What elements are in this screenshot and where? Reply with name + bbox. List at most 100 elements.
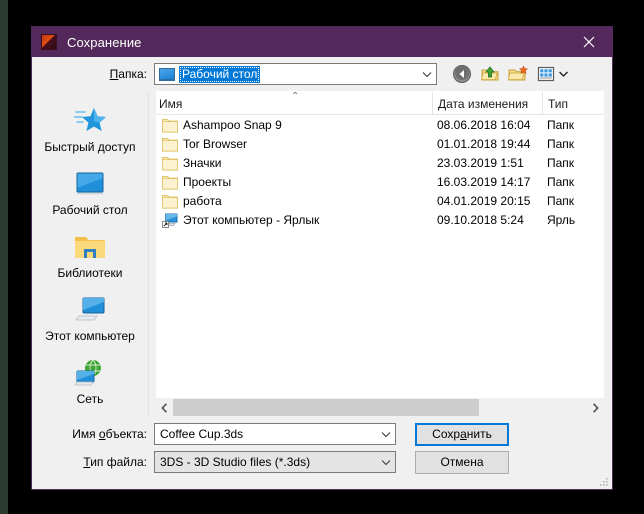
folder-icon <box>162 194 178 209</box>
file-type-cell: Папк <box>547 136 575 151</box>
close-button[interactable] <box>566 27 612 57</box>
title-bar: Сохранение <box>32 27 612 57</box>
column-header-date[interactable]: Дата изменения <box>432 92 542 114</box>
scroll-left-button[interactable] <box>156 399 173 416</box>
file-date-cell: 01.01.2018 19:44 <box>437 136 531 151</box>
new-folder-button[interactable] <box>507 64 528 85</box>
folder-icon <box>162 175 178 190</box>
sidebar-item-desktop[interactable]: Рабочий стол <box>34 168 146 217</box>
libraries-folder-icon <box>74 231 106 263</box>
file-type-cell: Папк <box>547 117 575 132</box>
filetype-row: Тип файла: 3DS - 3D Studio files (*.3ds)… <box>32 450 604 474</box>
file-name-cell: Этот компьютер - Ярлык <box>157 212 432 228</box>
views-control[interactable] <box>535 64 568 85</box>
folder-combobox-dropdown[interactable] <box>418 64 436 84</box>
back-arrow-icon <box>452 65 471 83</box>
column-header-date-label: Дата изменения <box>438 97 529 111</box>
folder-label-accel: П <box>109 67 119 81</box>
filetype-label-rest: ип файла: <box>90 455 147 469</box>
scrollbar-track[interactable] <box>173 399 587 416</box>
folder-icon <box>162 118 178 133</box>
sidebar-item-network[interactable]: Сеть <box>34 357 146 406</box>
filetype-label: Тип файла: <box>32 455 154 469</box>
file-type-cell: Ярль <box>547 212 576 227</box>
desktop-background-strip <box>0 0 8 514</box>
chevron-down-icon <box>381 431 391 437</box>
shortcut-computer-icon <box>162 213 178 228</box>
folder-icon <box>162 156 178 171</box>
sidebar-item-label: Быстрый доступ <box>44 140 136 154</box>
file-date-cell: 09.10.2018 5:24 <box>437 212 524 227</box>
window-title: Сохранение <box>67 34 142 50</box>
table-row[interactable]: Значки 23.03.2019 1:51 Папк <box>157 153 603 172</box>
filename-input[interactable]: Coffee Cup.3ds <box>154 423 396 445</box>
back-button[interactable] <box>451 64 472 85</box>
file-date-cell: 23.03.2019 1:51 <box>437 155 524 170</box>
scroll-right-button[interactable] <box>587 399 604 416</box>
file-name-cell: Значки <box>157 155 432 171</box>
file-date-cell: 08.06.2018 16:04 <box>437 117 531 132</box>
file-name-cell: Ashampoo Snap 9 <box>157 117 432 133</box>
folder-icon <box>162 137 178 152</box>
chevron-down-icon <box>559 71 568 77</box>
table-row[interactable]: Tor Browser 01.01.2018 19:44 Папк <box>157 134 603 153</box>
views-button[interactable] <box>535 64 556 85</box>
quick-access-star-icon <box>74 105 106 137</box>
filename-label-accel: о <box>98 427 106 441</box>
chevron-down-icon <box>381 459 391 465</box>
sidebar-item-quick-access[interactable]: Быстрый доступ <box>34 105 146 154</box>
filename-label: Имя объекта: <box>32 427 154 441</box>
sidebar-item-label: Библиотеки <box>57 266 123 280</box>
file-date-cell: 04.01.2019 20:15 <box>437 193 531 208</box>
table-row[interactable]: работа 04.01.2019 20:15 Папк <box>157 191 603 210</box>
folder-up-icon <box>480 66 498 81</box>
folder-label: Папка: <box>32 67 154 81</box>
file-name-label: Значки <box>183 155 222 170</box>
resize-grip-icon[interactable] <box>599 477 609 487</box>
file-type-cell: Папк <box>547 155 575 170</box>
file-list-pane: Имя ⌃ Дата изменения Тип Ashampoo Snap 9… <box>149 91 604 416</box>
folder-label-rest: апка: <box>118 67 147 81</box>
save-button-rest: нить <box>466 427 492 441</box>
save-button-accel: а <box>460 427 467 441</box>
filetype-select[interactable]: 3DS - 3D Studio files (*.3ds) <box>154 451 396 473</box>
file-date-cell: 16.03.2019 14:17 <box>437 174 531 189</box>
cancel-button[interactable]: Отмена <box>415 450 509 474</box>
file-name-label: Проекты <box>183 174 232 189</box>
sidebar-item-this-pc[interactable]: Этот компьютер <box>34 294 146 343</box>
file-name-label: Ashampoo Snap 9 <box>183 117 282 132</box>
column-header-type-label: Тип <box>548 97 569 111</box>
new-folder-icon <box>507 65 528 81</box>
column-header-type[interactable]: Тип <box>542 92 603 114</box>
sort-ascending-icon: ⌃ <box>291 91 300 102</box>
filename-row: Имя объекта: Coffee Cup.3ds Сохр а нить <box>32 422 604 446</box>
sidebar-item-libraries[interactable]: Библиотеки <box>34 231 146 280</box>
folder-combobox[interactable]: Рабочий стол <box>154 63 437 85</box>
filetype-value: 3DS - 3D Studio files (*.3ds) <box>160 455 311 469</box>
up-level-button[interactable] <box>479 64 500 85</box>
save-button[interactable]: Сохр а нить <box>415 422 509 446</box>
desktop-icon <box>159 67 175 81</box>
file-name-cell: Проекты <box>157 174 432 190</box>
table-row[interactable]: Этот компьютер - Ярлык 09.10.2018 5:24 Я… <box>157 210 603 229</box>
chevron-down-icon <box>422 71 432 77</box>
horizontal-scrollbar[interactable] <box>156 399 604 416</box>
column-header-name[interactable]: Имя ⌃ <box>157 92 432 114</box>
table-row[interactable]: Ashampoo Snap 9 08.06.2018 16:04 Папк <box>157 115 603 134</box>
chevron-left-icon <box>161 402 167 413</box>
scrollbar-thumb[interactable] <box>173 399 479 416</box>
folder-combobox-value: Рабочий стол <box>179 65 261 83</box>
file-name-cell: Tor Browser <box>157 136 432 152</box>
app-logo-icon <box>41 34 57 50</box>
close-icon <box>583 36 595 48</box>
save-button-prefix: Сохр <box>432 427 461 441</box>
filename-dropdown-button[interactable] <box>377 424 395 444</box>
table-row[interactable]: Проекты 16.03.2019 14:17 Папк <box>157 172 603 191</box>
file-list-rows: Ashampoo Snap 9 08.06.2018 16:04 Папк To… <box>157 115 603 397</box>
file-type-cell: Папк <box>547 174 575 189</box>
toolbar-buttons <box>451 64 568 85</box>
sidebar-item-label: Сеть <box>76 392 104 406</box>
file-listbox[interactable]: Имя ⌃ Дата изменения Тип Ashampoo Snap 9… <box>156 91 604 398</box>
file-name-label: работа <box>183 193 222 208</box>
filetype-dropdown-button[interactable] <box>377 452 395 472</box>
